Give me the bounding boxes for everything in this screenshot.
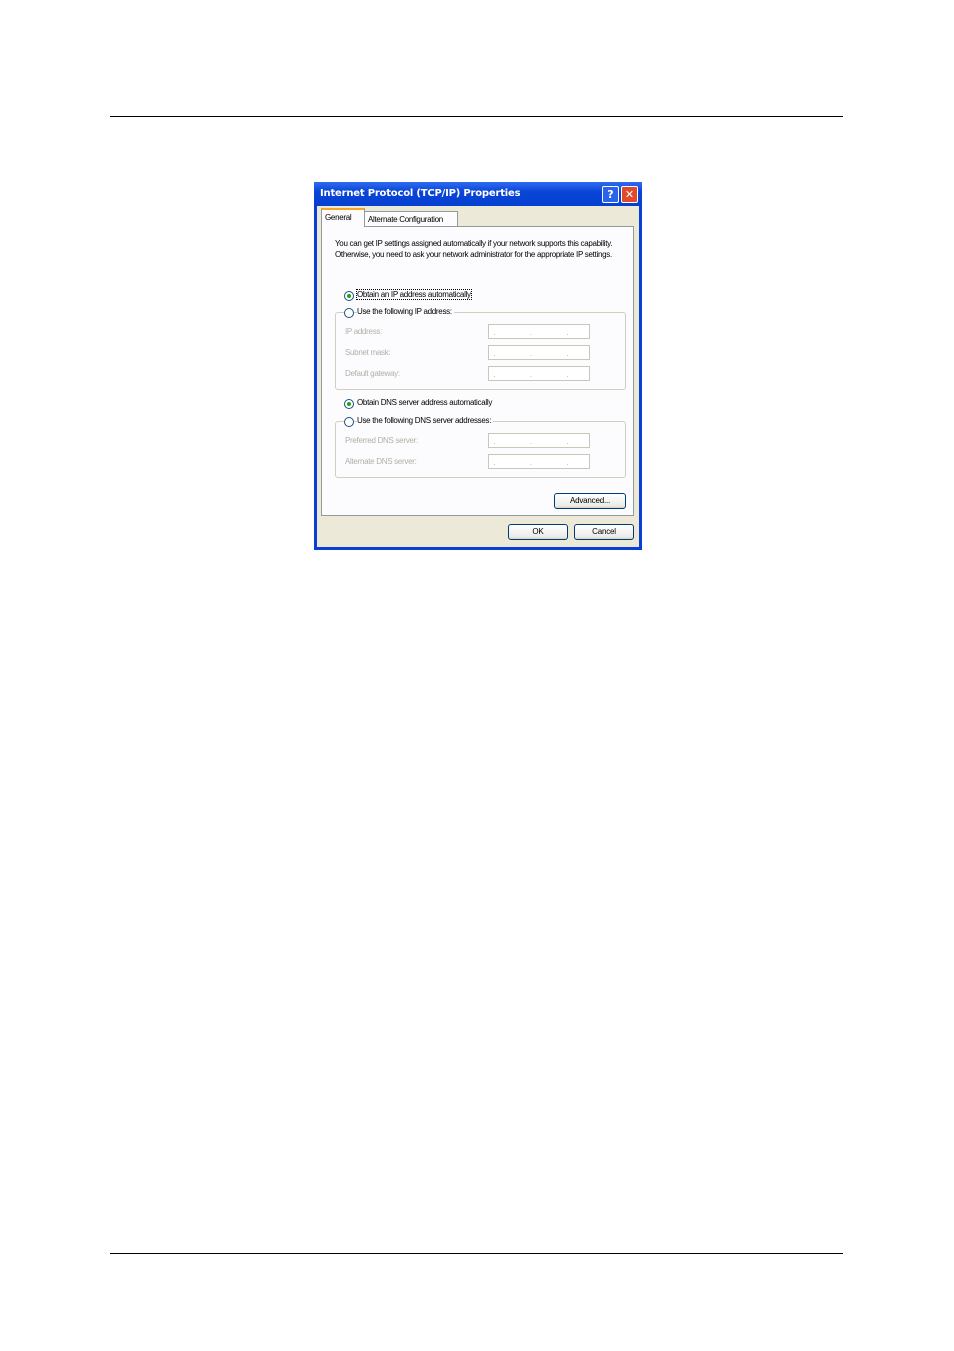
ip-address-field[interactable]: . . . bbox=[488, 324, 590, 339]
obtain-ip-auto-radio[interactable] bbox=[344, 291, 354, 301]
preferred-dns-label: Preferred DNS server: bbox=[345, 436, 418, 445]
subnet-mask-label: Subnet mask: bbox=[345, 348, 391, 357]
default-gateway-value: . . . bbox=[493, 370, 585, 379]
preferred-dns-field[interactable]: . . . bbox=[488, 433, 590, 448]
ok-button[interactable]: OK bbox=[508, 524, 568, 540]
use-following-dns-radio[interactable] bbox=[344, 417, 354, 427]
default-gateway-field[interactable]: . . . bbox=[488, 366, 590, 381]
footer-rule bbox=[110, 1253, 843, 1254]
use-following-ip-label[interactable]: Use the following IP address: bbox=[357, 307, 454, 316]
preferred-dns-value: . . . bbox=[493, 437, 585, 446]
general-tab-panel: You can get IP settings assigned automat… bbox=[321, 226, 634, 516]
use-following-ip-radio[interactable] bbox=[344, 308, 354, 318]
tab-alternate-configuration[interactable]: Alternate Configuration bbox=[364, 211, 458, 226]
subnet-mask-value: . . . bbox=[493, 349, 585, 358]
obtain-dns-auto-label[interactable]: Obtain DNS server address automatically bbox=[357, 398, 492, 407]
subnet-mask-field[interactable]: . . . bbox=[488, 345, 590, 360]
alternate-dns-field[interactable]: . . . bbox=[488, 454, 590, 469]
advanced-button[interactable]: Advanced... bbox=[554, 493, 626, 509]
use-following-dns-label[interactable]: Use the following DNS server addresses: bbox=[357, 416, 494, 425]
cancel-button[interactable]: Cancel bbox=[574, 524, 634, 540]
ip-address-value: . . . bbox=[493, 328, 585, 337]
tab-general[interactable]: General bbox=[321, 208, 365, 227]
title-bar[interactable]: Internet Protocol (TCP/IP) Properties ? … bbox=[314, 182, 642, 206]
tcpip-properties-dialog: Internet Protocol (TCP/IP) Properties ? … bbox=[314, 182, 642, 550]
description-text: You can get IP settings assigned automat… bbox=[335, 239, 613, 259]
obtain-dns-auto-radio[interactable] bbox=[344, 399, 354, 409]
header-rule bbox=[110, 116, 843, 117]
help-button[interactable]: ? bbox=[602, 186, 619, 203]
alternate-dns-value: . . . bbox=[493, 458, 585, 467]
dialog-client-area: General Alternate Configuration You can … bbox=[317, 206, 639, 547]
obtain-ip-auto-label[interactable]: Obtain an IP address automatically bbox=[356, 289, 472, 300]
dialog-title: Internet Protocol (TCP/IP) Properties bbox=[320, 188, 521, 199]
default-gateway-label: Default gateway: bbox=[345, 369, 400, 378]
close-button[interactable]: ✕ bbox=[621, 186, 638, 203]
alternate-dns-label: Alternate DNS server: bbox=[345, 457, 417, 466]
dns-server-group bbox=[335, 421, 626, 478]
ip-address-label: IP address: bbox=[345, 327, 383, 336]
